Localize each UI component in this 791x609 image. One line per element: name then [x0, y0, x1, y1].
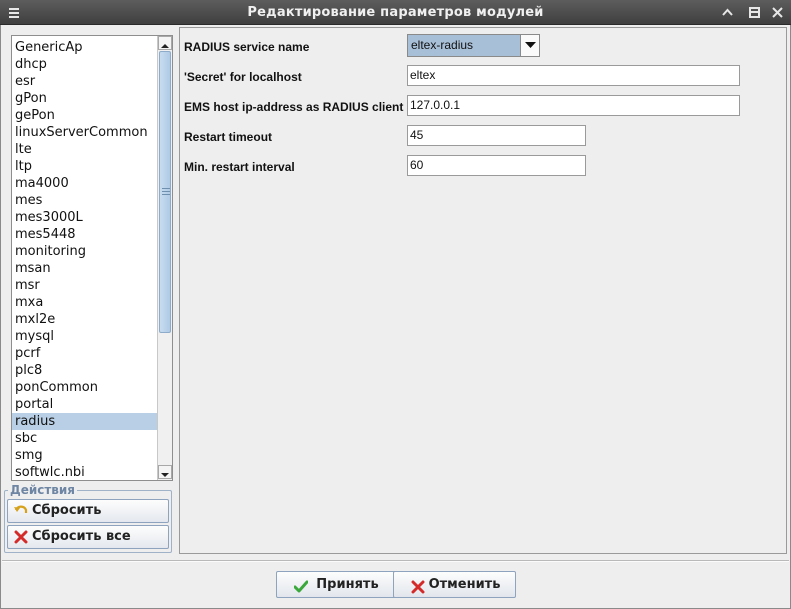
list-item[interactable]: gePon: [12, 107, 157, 124]
service-name-label: RADIUS service name: [184, 40, 310, 54]
window-restore-icon[interactable]: [746, 4, 763, 21]
module-list-scrollbar[interactable]: [157, 36, 172, 480]
actions-legend: Действия: [8, 483, 78, 497]
list-item[interactable]: ma4000: [12, 175, 157, 192]
list-item[interactable]: softwlc.nbi: [12, 464, 157, 480]
secret-input[interactable]: eltex: [407, 65, 740, 86]
scrollbar-thumb[interactable]: [159, 51, 171, 333]
cancel-button-label: Отменить: [428, 577, 501, 592]
list-item[interactable]: esr: [12, 73, 157, 90]
list-item[interactable]: mes: [12, 192, 157, 209]
module-list-panel: GenericAp dhcp esr gPon gePon linuxServerComm…: [11, 35, 173, 481]
accept-button[interactable]: Принять: [276, 571, 399, 598]
min-restart-interval-input[interactable]: 60: [407, 155, 586, 176]
list-item[interactable]: ltp: [12, 158, 157, 175]
reset-button-label: Сбросить: [32, 503, 102, 518]
list-item[interactable]: smg: [12, 447, 157, 464]
check-icon: [293, 578, 309, 593]
service-name-combo[interactable]: eltex-radius: [407, 34, 540, 57]
reset-all-button[interactable]: Сбросить все: [7, 525, 169, 549]
ems-host-input[interactable]: 127.0.0.1: [407, 95, 740, 116]
window-up-icon[interactable]: [719, 4, 736, 21]
cancel-button[interactable]: Отменить: [393, 571, 516, 598]
list-item[interactable]: gPon: [12, 90, 157, 107]
list-item-selected[interactable]: radius: [12, 413, 157, 430]
actions-group: Действия Сбросить Сбросить все: [4, 483, 172, 553]
list-item[interactable]: ponCommon: [12, 379, 157, 396]
close-icon: [14, 530, 28, 544]
restart-timeout-input[interactable]: 45: [407, 125, 586, 146]
reset-button[interactable]: Сбросить: [7, 499, 169, 523]
restart-timeout-label: Restart timeout: [184, 130, 273, 144]
list-item[interactable]: pcrf: [12, 345, 157, 362]
list-item[interactable]: GenericAp: [12, 39, 157, 56]
scroll-up-button[interactable]: [158, 36, 172, 50]
list-item[interactable]: msr: [12, 277, 157, 294]
chevron-down-icon[interactable]: [520, 35, 539, 56]
close-icon: [411, 578, 425, 594]
list-item[interactable]: sbc: [12, 430, 157, 447]
list-item[interactable]: mes3000L: [12, 209, 157, 226]
list-item[interactable]: mxa: [12, 294, 157, 311]
ems-host-label: EMS host ip-address as RADIUS client: [184, 100, 404, 114]
window-close-icon[interactable]: [769, 4, 786, 21]
module-parameters-panel: RADIUS service name eltex-radius 'Secret…: [179, 27, 787, 554]
window-title: Редактирование параметров модулей: [247, 5, 544, 20]
accept-button-label: Принять: [316, 577, 379, 592]
module-list[interactable]: GenericAp dhcp esr gPon gePon linuxServerComm…: [12, 36, 157, 480]
list-item[interactable]: mxl2e: [12, 311, 157, 328]
list-item[interactable]: mysql: [12, 328, 157, 345]
list-item[interactable]: dhcp: [12, 56, 157, 73]
scroll-down-button[interactable]: [158, 465, 172, 479]
list-item[interactable]: linuxServerCommon: [12, 124, 157, 141]
reset-all-button-label: Сбросить все: [32, 529, 131, 544]
title-bar: Редактирование параметров модулей: [0, 0, 791, 25]
list-item[interactable]: monitoring: [12, 243, 157, 260]
list-item[interactable]: portal: [12, 396, 157, 413]
service-name-value: eltex-radius: [411, 38, 474, 52]
list-item[interactable]: msan: [12, 260, 157, 277]
list-item[interactable]: lte: [12, 141, 157, 158]
footer-divider-highlight: [2, 561, 789, 562]
undo-icon: [14, 504, 28, 518]
min-restart-interval-label: Min. restart interval: [184, 160, 295, 174]
list-item[interactable]: plc8: [12, 362, 157, 379]
grip-icon: [162, 188, 170, 195]
list-item[interactable]: mes5448: [12, 226, 157, 243]
secret-label: 'Secret' for localhost: [184, 70, 302, 84]
